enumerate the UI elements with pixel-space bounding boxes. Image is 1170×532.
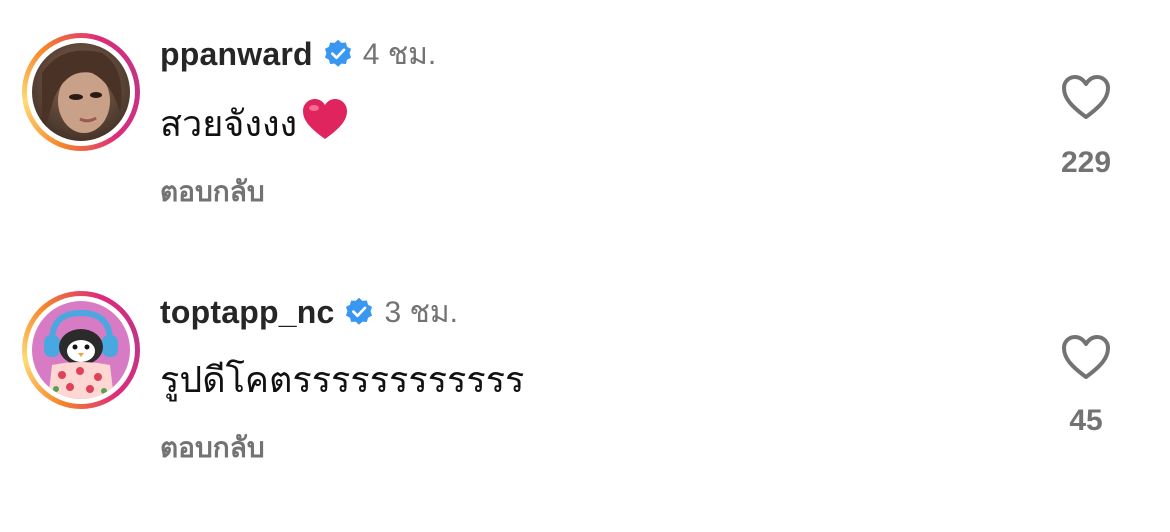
comment-header: ppanward 4 ชม. [160, 32, 436, 76]
comment-item: toptapp_nc 3 ชม. รูปดีโคตรรรรรรรรรรรร ตอ… [0, 258, 1170, 488]
username-link[interactable]: ppanward [160, 36, 313, 73]
comment-timestamp: 4 ชม. [362, 37, 437, 71]
avatar [32, 43, 130, 141]
avatar-story-ring[interactable] [22, 33, 140, 151]
heart-outline-icon[interactable] [1060, 333, 1112, 381]
like-count: 45 [1069, 404, 1103, 437]
like-count: 229 [1060, 146, 1112, 179]
comment-text-content: รูปดีโคตรรรรรรรรรรรร [160, 359, 525, 400]
comment-text: รูปดีโคตรรรรรรรรรรรร [160, 351, 524, 408]
verified-badge-icon [344, 297, 374, 327]
comment-text: สวยจังงง [160, 95, 349, 152]
username-link[interactable]: toptapp_nc [160, 294, 334, 331]
avatar-ring-gap [27, 296, 135, 404]
heart-outline-icon[interactable] [1060, 73, 1112, 121]
reply-button[interactable]: ตอบกลับ [160, 170, 265, 214]
comment-timestamp: 3 ชม. [384, 295, 458, 329]
red-heart-emoji-icon [301, 97, 349, 150]
comment-item: ppanward 4 ชม. สวยจังงง ตอบกลับ 229 [0, 0, 1170, 230]
reply-button[interactable]: ตอบกลับ [160, 426, 265, 470]
comment-text-content: สวยจังงง [160, 103, 298, 144]
avatar-ring-gap [27, 38, 135, 146]
avatar [32, 301, 130, 399]
verified-badge-icon [323, 39, 353, 69]
comment-header: toptapp_nc 3 ชม. [160, 290, 458, 334]
avatar-story-ring[interactable] [22, 291, 140, 409]
